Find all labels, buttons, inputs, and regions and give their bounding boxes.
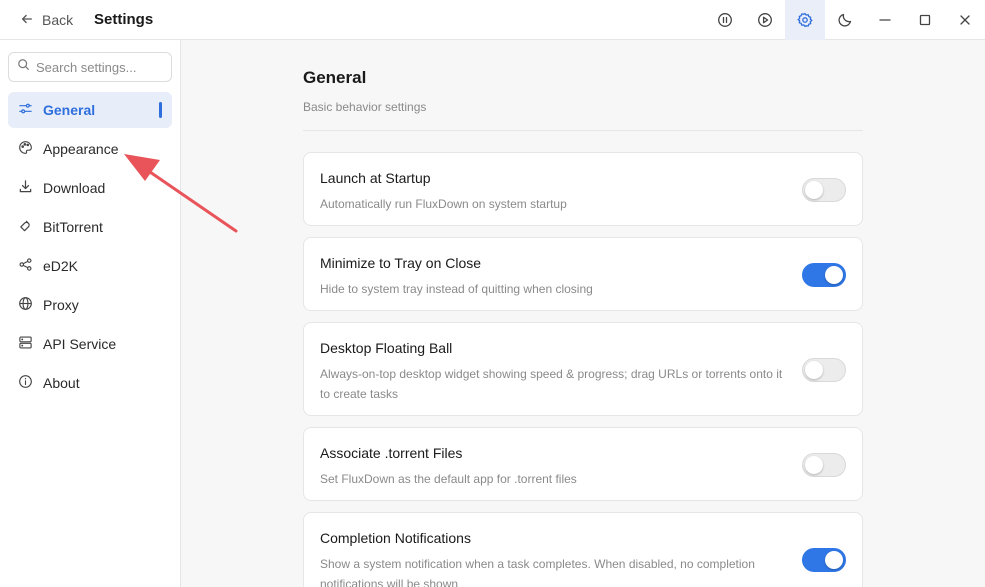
info-icon: [18, 374, 33, 392]
palette-icon: [18, 140, 33, 158]
sidebar-item-label: Proxy: [43, 297, 79, 313]
play-icon[interactable]: [745, 0, 785, 40]
section-subtitle: Basic behavior settings: [303, 100, 427, 114]
search-icon: [17, 58, 30, 76]
toggle-knob: [805, 361, 823, 379]
sidebar-item-general[interactable]: General: [8, 92, 172, 128]
sidebar: General Appearance Download BitTorrent e…: [0, 40, 181, 587]
setting-title: Associate .torrent Files: [320, 445, 463, 461]
toggle-knob: [825, 551, 843, 569]
completion-notifications-toggle[interactable]: [802, 548, 846, 572]
sliders-icon: [18, 101, 33, 119]
sidebar-item-label: API Service: [43, 336, 117, 352]
setting-card-minimize-to-tray: Minimize to Tray on Close Hide to system…: [303, 237, 863, 311]
title-bar: Back Settings: [0, 0, 985, 40]
arrow-left-icon: [20, 12, 34, 29]
section-title: General: [303, 68, 367, 87]
search-box[interactable]: [8, 52, 172, 82]
back-button[interactable]: Back: [20, 0, 73, 40]
sidebar-item-label: Download: [43, 180, 106, 196]
page-title: Settings: [94, 11, 154, 28]
sidebar-item-label: eD2K: [43, 258, 79, 274]
setting-description: Hide to system tray instead of quitting …: [320, 282, 593, 296]
magnet-icon: [18, 218, 33, 236]
toggle-knob: [805, 181, 823, 199]
sidebar-item-label: BitTorrent: [43, 219, 103, 235]
search-input[interactable]: [36, 59, 166, 75]
maximize-icon[interactable]: [905, 0, 945, 40]
toggle-knob: [825, 266, 843, 284]
moon-icon[interactable]: [825, 0, 865, 40]
setting-description: Always-on-top desktop widget showing spe…: [320, 367, 783, 401]
setting-title: Completion Notifications: [320, 530, 471, 546]
setting-card-completion-notifications: Completion Notifications Show a system n…: [303, 512, 863, 587]
setting-description: Set FluxDown as the default app for .tor…: [320, 472, 577, 486]
back-label: Back: [42, 12, 74, 28]
close-icon[interactable]: [945, 0, 985, 40]
setting-title: Launch at Startup: [320, 170, 431, 186]
server-icon: [18, 335, 33, 353]
launch-at-startup-toggle[interactable]: [802, 178, 846, 202]
setting-description: Automatically run FluxDown on system sta…: [320, 197, 567, 211]
setting-title: Desktop Floating Ball: [320, 340, 453, 356]
sidebar-item-api-service[interactable]: API Service: [8, 326, 172, 362]
divider: [303, 130, 863, 131]
sidebar-item-label: Appearance: [43, 141, 119, 157]
desktop-floating-ball-toggle[interactable]: [802, 358, 846, 382]
settings-panel: General Basic behavior settings Launch a…: [181, 40, 985, 587]
setting-card-launch-at-startup: Launch at Startup Automatically run Flux…: [303, 152, 863, 226]
share-icon: [18, 257, 33, 275]
sidebar-item-download[interactable]: Download: [8, 170, 172, 206]
setting-card-desktop-floating-ball: Desktop Floating Ball Always-on-top desk…: [303, 322, 863, 416]
sidebar-item-bittorrent[interactable]: BitTorrent: [8, 209, 172, 245]
setting-description: Show a system notification when a task c…: [320, 557, 755, 587]
active-indicator: [159, 102, 162, 118]
minimize-icon[interactable]: [865, 0, 905, 40]
setting-card-associate-torrent-files: Associate .torrent Files Set FluxDown as…: [303, 427, 863, 501]
minimize-to-tray-toggle[interactable]: [802, 263, 846, 287]
sidebar-item-label: About: [43, 375, 80, 391]
gear-icon[interactable]: [785, 0, 825, 40]
setting-title: Minimize to Tray on Close: [320, 255, 482, 271]
sidebar-item-about[interactable]: About: [8, 365, 172, 401]
sidebar-item-proxy[interactable]: Proxy: [8, 287, 172, 323]
associate-torrent-files-toggle[interactable]: [802, 453, 846, 477]
sidebar-item-appearance[interactable]: Appearance: [8, 131, 172, 167]
sidebar-item-ed2k[interactable]: eD2K: [8, 248, 172, 284]
pause-icon[interactable]: [705, 0, 745, 40]
toggle-knob: [805, 456, 823, 474]
sidebar-item-label: General: [43, 102, 96, 118]
globe-icon: [18, 296, 33, 314]
download-icon: [18, 179, 33, 197]
